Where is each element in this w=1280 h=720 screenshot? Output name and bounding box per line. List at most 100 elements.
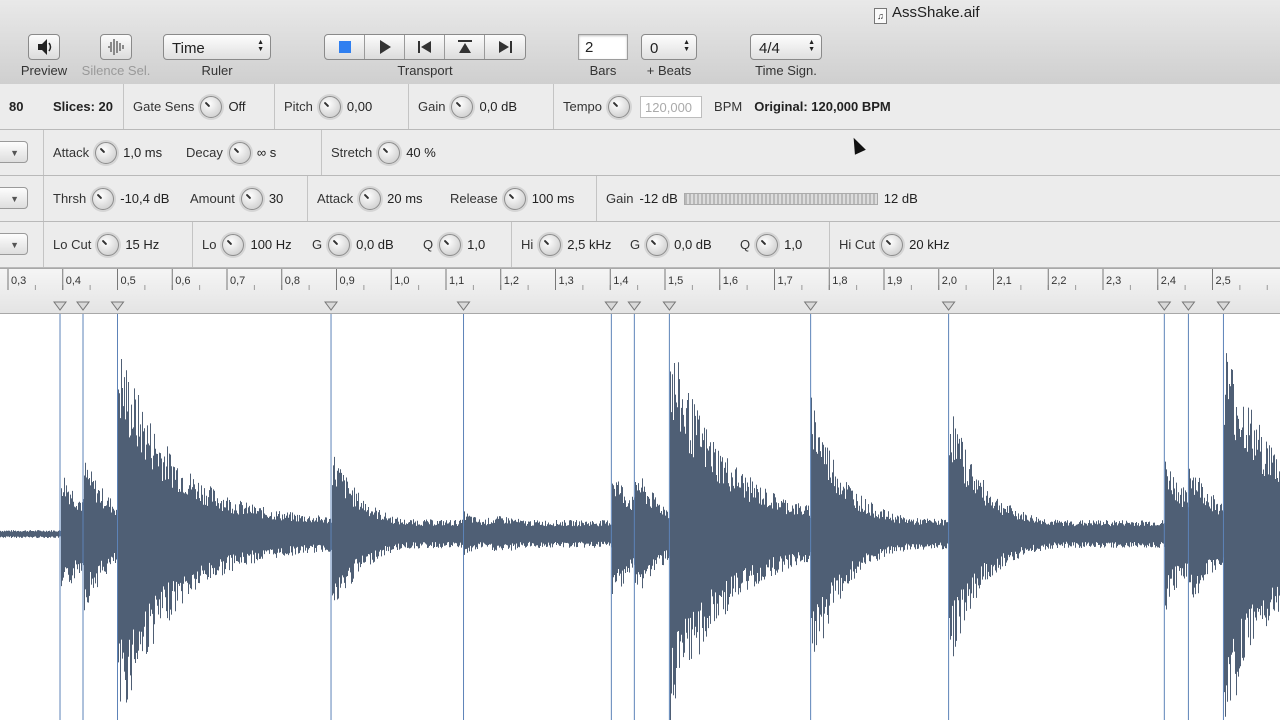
bars-label: Bars [589, 63, 617, 78]
time-ruler[interactable]: 0,3 0,4 0,5 0,6 0,7 0,8 0,9 1,0 1,1 1,2 1,3 1,4 1,5 1… [0, 268, 1280, 314]
slice-marker-handle [324, 301, 339, 311]
lo-cut-knob[interactable] [97, 233, 120, 256]
go-to-end-button[interactable] [485, 35, 525, 59]
preview-button[interactable] [28, 34, 60, 60]
pitch-value: 0,00 [346, 99, 373, 114]
window-title: ♫ AssShake.aif [874, 4, 980, 24]
silence-selection-button[interactable] [100, 34, 132, 60]
time-signature-popup[interactable]: 4/4 ▲ ▼ [750, 34, 822, 60]
ruler-tick-label: 1,5 [668, 275, 683, 287]
slice-marker-handle [941, 301, 956, 311]
eq-row: ▼ Lo Cut 15 Hz Lo 100 Hz G 0,0 dB Q 1,0 … [0, 222, 1280, 268]
ruler-popup[interactable]: Time ▲ ▼ [163, 34, 271, 60]
cycle-icon [457, 40, 472, 53]
stretch-label: Stretch [331, 145, 373, 160]
hi-cut-knob[interactable] [881, 233, 904, 256]
decay-knob[interactable] [228, 141, 251, 164]
beats-stepper[interactable]: 0 ▲ ▼ [641, 34, 697, 60]
slice-marker-handle [76, 301, 91, 311]
slice-marker-handle [456, 301, 471, 311]
tempo-label: Tempo [563, 99, 603, 114]
gain-knob[interactable] [451, 95, 474, 118]
ruler-tick-label: 0,3 [11, 275, 26, 287]
envelope-dropdown[interactable]: ▼ [0, 141, 28, 163]
lo-gain-label: G [312, 237, 323, 252]
hi-gain-knob[interactable] [646, 233, 669, 256]
attack-knob[interactable] [95, 141, 118, 164]
lo-label: Lo [202, 237, 217, 252]
slicing-row: 80 Slices: 20 Gate Sens Off Pitch 0,00 G… [0, 84, 1280, 130]
slice-marker-handle [110, 301, 125, 311]
gain-slider[interactable] [683, 192, 878, 205]
amount-knob[interactable] [240, 187, 263, 210]
ruler-tick-label: 1,3 [559, 275, 574, 287]
tempo-field[interactable]: 120,000 [640, 95, 703, 118]
threshold-label: Thrsh [53, 191, 87, 206]
play-button[interactable] [365, 35, 405, 59]
hi-label: Hi [521, 237, 534, 252]
cycle-button[interactable] [445, 35, 485, 59]
lo-value: 100 Hz [250, 237, 292, 252]
lo-gain-knob[interactable] [328, 233, 351, 256]
dropdown-arrow-icon: ▼ [10, 148, 19, 158]
ruler-ticks: 0,3 0,4 0,5 0,6 0,7 0,8 0,9 1,0 1,1 1,2 1,3 1,4 1,5 1… [7, 269, 1268, 311]
bpm-label: BPM [714, 99, 743, 114]
ruler-tick-label: 0,8 [285, 275, 300, 287]
beats-value: 0 [650, 40, 659, 57]
gain-value: 0,0 dB [479, 99, 518, 114]
gain-min-value: -12 dB [639, 191, 678, 206]
preview-label: Preview [20, 63, 68, 78]
attack-knob[interactable] [359, 187, 382, 210]
waveform-display[interactable] [0, 314, 1280, 720]
ruler-tick-label: 1,1 [449, 275, 464, 287]
ruler-tick-label: 2,5 [1216, 275, 1231, 287]
ruler-tick-label: 2,2 [1051, 275, 1066, 287]
bars-field[interactable]: 2 [578, 34, 628, 60]
ruler-tick-label: 2,1 [997, 275, 1012, 287]
hi-freq-knob[interactable] [539, 233, 562, 256]
hi-q-knob[interactable] [756, 233, 779, 256]
play-icon [379, 40, 391, 54]
dynamics-dropdown[interactable]: ▼ [0, 187, 28, 209]
hi-gain-value: 0,0 dB [674, 237, 712, 252]
stop-button[interactable] [325, 35, 365, 59]
original-tempo: Original: 120,000 BPM [754, 99, 891, 114]
lo-freq-knob[interactable] [222, 233, 245, 256]
eq-dropdown[interactable]: ▼ [0, 233, 28, 255]
tempo-knob[interactable] [608, 95, 631, 118]
ruler-tick-label: 1,9 [887, 275, 902, 287]
slice-count-value: 80 [9, 99, 24, 114]
lo-cut-label: Lo Cut [53, 237, 92, 252]
stretch-knob[interactable] [378, 141, 401, 164]
audio-file-icon: ♫ [874, 8, 887, 24]
ruler-tick-label: 1,7 [778, 275, 793, 287]
gate-sens-value: Off [228, 99, 246, 114]
skip-back-icon [417, 41, 431, 53]
threshold-knob[interactable] [92, 187, 115, 210]
go-to-start-button[interactable] [405, 35, 445, 59]
transport-label: Transport [397, 63, 453, 78]
stop-icon [338, 41, 351, 53]
ruler-tick-label: 1,0 [394, 275, 409, 287]
slice-marker-handle [1181, 301, 1196, 311]
time-signature-value: 4/4 [759, 40, 780, 57]
waveform [0, 314, 1280, 720]
hi-value: 2,5 kHz [567, 237, 612, 252]
threshold-value: -10,4 dB [120, 191, 170, 206]
pitch-knob[interactable] [318, 95, 341, 118]
attack-value: 1,0 ms [123, 145, 163, 160]
hi-gain-label: G [630, 237, 641, 252]
gate-sens-label: Gate Sens [133, 99, 195, 114]
lo-q-knob[interactable] [439, 233, 462, 256]
lo-gain-value: 0,0 dB [356, 237, 394, 252]
release-knob[interactable] [503, 187, 526, 210]
gain-label: Gain [418, 99, 446, 114]
toolbar: ♫ AssShake.aif Preview Silence Sel. Time … [0, 0, 1280, 85]
decay-label: Decay [186, 145, 223, 160]
pitch-label: Pitch [284, 99, 313, 114]
ruler-tick-label: 0,5 [121, 275, 136, 287]
slice-marker-handle [53, 301, 68, 311]
slice-marker-handle [604, 301, 619, 311]
release-value: 100 ms [531, 191, 575, 206]
gate-sens-knob[interactable] [200, 95, 223, 118]
